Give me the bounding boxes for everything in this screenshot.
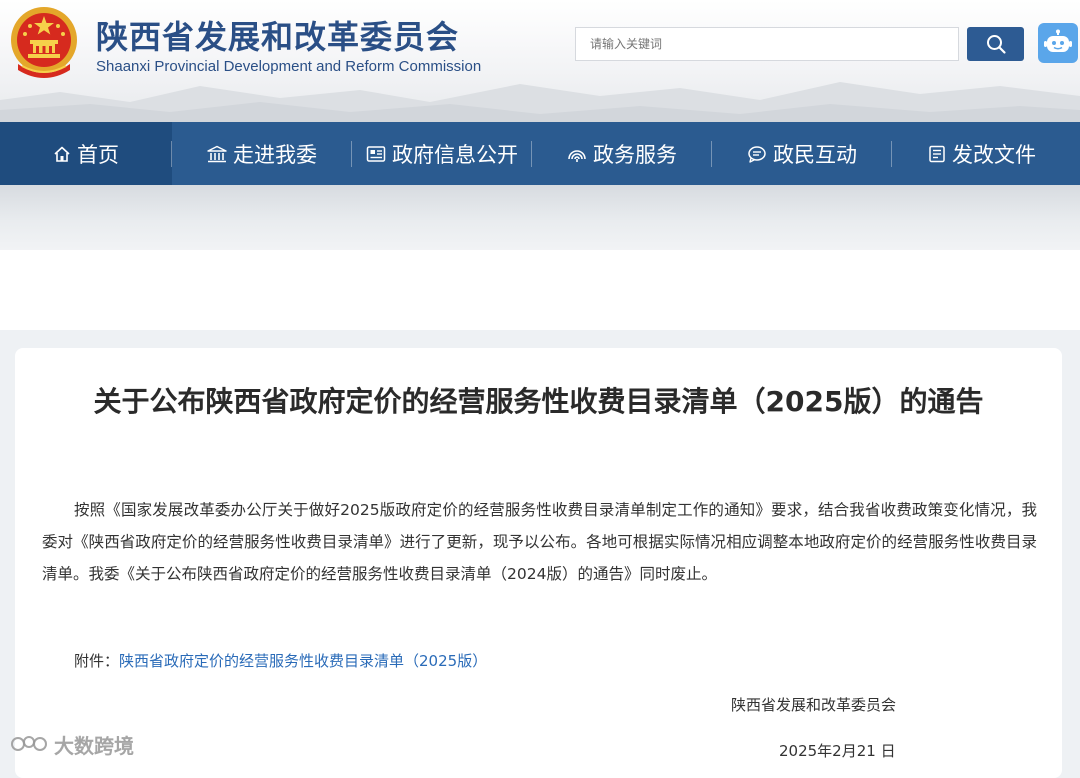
nav-item-label: 走进我委 xyxy=(233,142,317,167)
search-button[interactable] xyxy=(967,27,1024,61)
nav-item-label: 首页 xyxy=(77,142,119,167)
nav-item-home[interactable]: 首页 xyxy=(0,122,172,185)
site-title: 陕西省发展和改革委员会 xyxy=(96,18,460,56)
article-card: 关于公布陕西省政府定价的经营服务性收费目录清单（2025版）的通告 按照《国家发… xyxy=(15,348,1062,778)
issue-date: 2025年2月21 日 xyxy=(779,742,896,760)
info-board-icon xyxy=(366,145,386,162)
nav-item-interaction[interactable]: 政民互动 xyxy=(712,122,892,185)
building-icon xyxy=(207,145,227,162)
watermark-logo-icon xyxy=(11,736,47,751)
national-emblem-icon xyxy=(11,7,77,78)
nav-item-label: 政务服务 xyxy=(593,142,677,167)
article-title: 关于公布陕西省政府定价的经营服务性收费目录清单（2025版）的通告 xyxy=(93,385,984,418)
nav-item-label: 政民互动 xyxy=(773,142,857,167)
site-subtitle: Shaanxi Provincial Development and Refor… xyxy=(96,58,482,75)
watermark: 大数跨境 xyxy=(10,730,134,758)
search-icon xyxy=(986,35,1006,54)
nav-item-services[interactable]: 政务服务 xyxy=(532,122,712,185)
article-body: 按照《国家发展改革委办公厅关于做好2025版政府定价的经营服务性收费目录清单制定… xyxy=(42,501,1037,583)
nav-item-gov-info[interactable]: 政府信息公开 xyxy=(352,122,532,185)
robot-assistant-icon xyxy=(1044,29,1072,52)
nav-item-label: 政府信息公开 xyxy=(392,142,518,167)
attachment-link[interactable]: 陕西省政府定价的经营服务性收费目录清单（2025版） xyxy=(119,652,487,670)
issuer-signature: 陕西省发展和改革委员会 xyxy=(731,696,897,714)
home-icon xyxy=(54,146,70,162)
robot-assistant-button[interactable] xyxy=(1038,23,1078,63)
main-nav: 首页 走进我委 政府信息公开 政务服务 政民互动 发改文件 xyxy=(0,122,1080,185)
nav-item-documents[interactable]: 发改文件 xyxy=(892,122,1072,185)
watermark-text: 大数跨境 xyxy=(54,733,134,758)
chat-icon xyxy=(748,145,766,163)
site-header: 陕西省发展和改革委员会 Shaanxi Provincial Developme… xyxy=(0,0,1080,122)
nav-item-about[interactable]: 走进我委 xyxy=(172,122,352,185)
banner-band-white xyxy=(0,250,1080,330)
attachment-label: 附件： xyxy=(74,652,120,670)
nav-item-label: 发改文件 xyxy=(952,142,1036,167)
document-icon xyxy=(929,145,945,162)
attachment-line: 附件：陕西省政府定价的经营服务性收费目录清单（2025版） xyxy=(74,650,487,671)
service-signal-icon xyxy=(568,149,586,162)
search-input[interactable] xyxy=(575,27,959,61)
